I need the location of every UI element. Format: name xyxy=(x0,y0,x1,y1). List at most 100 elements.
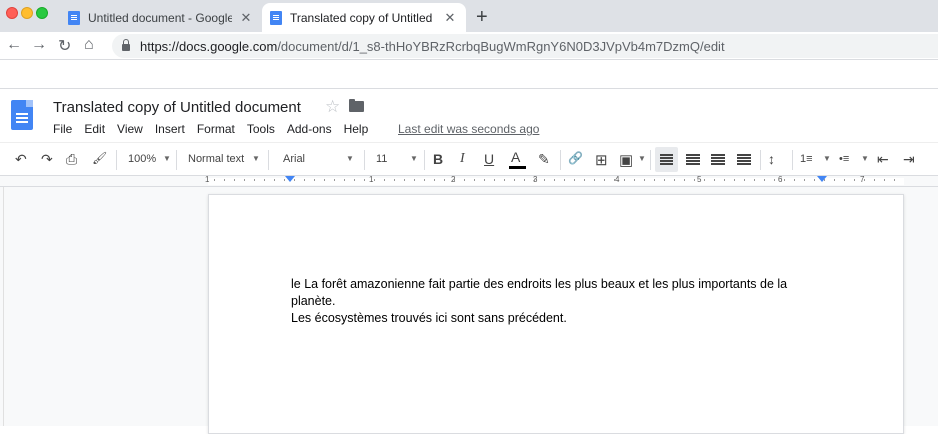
ruler-tick xyxy=(344,179,345,181)
ruler-tick xyxy=(754,179,755,181)
menu-view[interactable]: View xyxy=(117,122,143,136)
right-indent-marker[interactable] xyxy=(817,176,827,182)
align-left-icon xyxy=(660,154,673,156)
tab-close-icon[interactable]: ✕ xyxy=(238,10,254,26)
decrease-indent-icon[interactable]: ⇤ xyxy=(877,151,889,168)
ruler-tick xyxy=(704,179,705,181)
document-title[interactable]: Translated copy of Untitled document xyxy=(53,99,301,116)
ruler-tick xyxy=(384,179,385,181)
align-right-icon[interactable] xyxy=(711,154,725,156)
zoom-select[interactable]: 100% xyxy=(128,153,156,165)
menu-format[interactable]: Format xyxy=(197,122,235,136)
ruler-tick xyxy=(624,179,625,181)
bold-button[interactable]: B xyxy=(433,151,443,167)
italic-button[interactable]: I xyxy=(460,151,465,167)
ruler-tick xyxy=(544,179,545,181)
text-color-icon[interactable]: A xyxy=(511,149,520,165)
home-icon[interactable]: ⌂ xyxy=(84,36,94,54)
bullet-list-icon[interactable]: •≡ xyxy=(839,153,849,165)
reload-icon[interactable]: ↻ xyxy=(58,36,71,56)
tab-translated-copy[interactable]: Translated copy of Untitled document - G… xyxy=(262,3,466,32)
ruler-number: 1 xyxy=(205,175,210,184)
document-body[interactable]: le La forêt amazonienne fait partie des … xyxy=(291,276,801,327)
align-center-icon[interactable] xyxy=(686,154,700,156)
underline-button[interactable]: U xyxy=(484,151,494,167)
google-docs-logo-icon[interactable] xyxy=(11,100,33,130)
paint-format-icon[interactable]: 🖌 xyxy=(92,151,107,165)
google-docs-favicon-icon xyxy=(68,10,80,25)
ruler-tick xyxy=(354,179,355,181)
ruler-tick xyxy=(614,179,615,181)
ruler-tick xyxy=(234,179,235,181)
link-icon[interactable]: 🔗 xyxy=(568,151,583,165)
insert-image-icon[interactable]: ▣ xyxy=(619,151,633,169)
bullet-list-caret-icon: ▼ xyxy=(861,154,869,163)
ruler-tick xyxy=(474,179,475,181)
line-spacing-icon[interactable]: ↕ xyxy=(768,151,775,167)
menu-file[interactable]: File xyxy=(53,122,72,136)
address-bar[interactable]: https://docs.google.com/document/d/1_s8-… xyxy=(112,34,938,58)
forward-arrow-icon[interactable]: → xyxy=(31,36,47,54)
align-justify-icon[interactable] xyxy=(737,154,751,156)
ruler-tick xyxy=(824,179,825,181)
ruler-tick xyxy=(864,179,865,181)
folder-icon[interactable] xyxy=(349,99,364,112)
font-size-select[interactable]: 11 xyxy=(376,153,387,165)
tab-title: Untitled document - Google Docs xyxy=(88,10,232,25)
menu-help[interactable]: Help xyxy=(344,122,369,136)
tab-close-icon[interactable]: ✕ xyxy=(442,10,458,26)
ruler-tick xyxy=(364,179,365,181)
increase-indent-icon[interactable]: ⇥ xyxy=(903,151,915,168)
last-edit-link[interactable]: Last edit was seconds ago xyxy=(398,122,539,136)
document-page[interactable]: le La forêt amazonienne fait partie des … xyxy=(208,194,904,434)
ruler-tick xyxy=(654,179,655,181)
document-line: planète. xyxy=(291,294,336,308)
browser-navbar: ← → ↻ ⌂ https://docs.google.com/document… xyxy=(0,32,938,60)
add-comment-icon[interactable]: ⊞ xyxy=(595,151,608,169)
ruler-tick xyxy=(854,179,855,181)
ruler-tick xyxy=(574,179,575,181)
ruler-tick xyxy=(324,179,325,181)
numbered-list-icon[interactable]: 1≡ xyxy=(800,153,813,165)
ruler-tick xyxy=(674,179,675,181)
style-select[interactable]: Normal text xyxy=(188,153,244,165)
undo-icon[interactable]: ↶ xyxy=(15,151,27,168)
lock-icon xyxy=(122,39,130,51)
highlight-icon[interactable]: ✎ xyxy=(538,151,550,168)
close-window-button[interactable] xyxy=(6,7,18,19)
menu-insert[interactable]: Insert xyxy=(155,122,185,136)
tab-untitled-document[interactable]: Untitled document - Google Docs ✕ xyxy=(60,3,262,32)
formatting-toolbar: ↶ ↷ ⎙ 🖌 100% ▼ Normal text ▼ Arial ▼ 11 … xyxy=(0,142,938,176)
align-left-button[interactable] xyxy=(655,147,678,172)
menu-edit[interactable]: Edit xyxy=(84,122,105,136)
ruler-tick xyxy=(424,179,425,181)
back-arrow-icon[interactable]: ← xyxy=(6,36,22,54)
ruler-tick xyxy=(594,179,595,181)
document-canvas: le La forêt amazonienne fait partie des … xyxy=(0,187,938,434)
ruler-tick xyxy=(564,179,565,181)
ruler-tick xyxy=(264,179,265,181)
redo-icon[interactable]: ↷ xyxy=(41,151,53,168)
font-select[interactable]: Arial xyxy=(283,153,305,165)
ruler-number: 1 xyxy=(369,175,374,184)
ruler-tick xyxy=(464,179,465,181)
menu-add-ons[interactable]: Add-ons xyxy=(287,122,332,136)
ruler-tick xyxy=(244,179,245,181)
ruler-tick xyxy=(314,179,315,181)
minimize-window-button[interactable] xyxy=(21,7,33,19)
font-size-caret-icon: ▼ xyxy=(410,154,418,163)
new-tab-button[interactable]: + xyxy=(476,6,488,29)
ruler-tick xyxy=(414,179,415,181)
tab-title: Translated copy of Untitled document - G… xyxy=(290,10,436,25)
ruler-tick xyxy=(284,179,285,181)
zoom-caret-icon: ▼ xyxy=(163,154,171,163)
maximize-window-button[interactable] xyxy=(36,7,48,19)
ruler-tick xyxy=(434,179,435,181)
ruler-tick xyxy=(694,179,695,181)
ruler-tick xyxy=(874,179,875,181)
star-icon[interactable]: ☆ xyxy=(325,97,340,117)
menu-tools[interactable]: Tools xyxy=(247,122,275,136)
url-text: https://docs.google.com/document/d/1_s8-… xyxy=(140,39,725,54)
print-icon[interactable]: ⎙ xyxy=(66,151,77,168)
toolbar-divider xyxy=(792,150,793,170)
